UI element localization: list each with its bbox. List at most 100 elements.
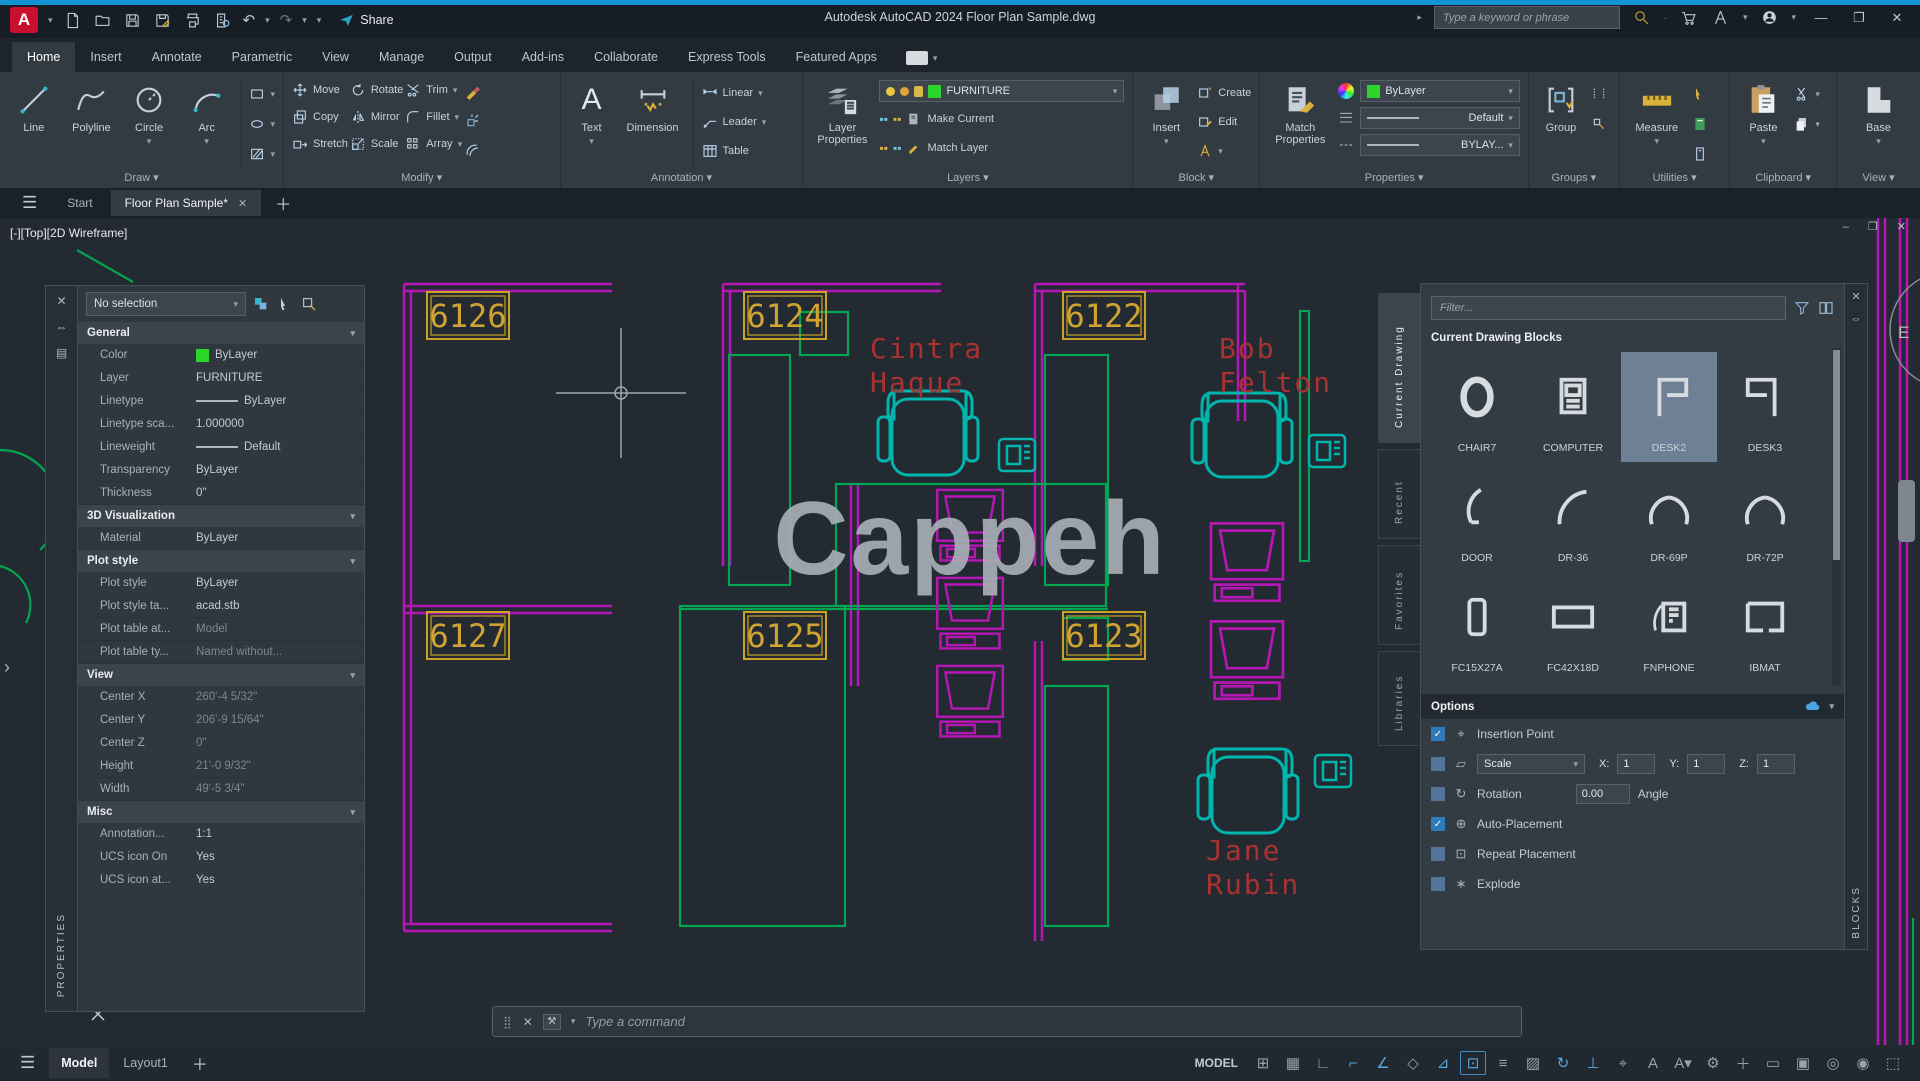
command-recent-caret-icon[interactable]: ▾ <box>571 1016 576 1027</box>
mirror-tool[interactable]: Mirror <box>350 105 403 129</box>
prop-row-material[interactable]: Material ByLayer <box>78 527 364 550</box>
selection-cycling-icon[interactable]: ↻ <box>1550 1051 1576 1075</box>
blocks-tab-recent[interactable]: Recent <box>1378 449 1420 539</box>
rotation-angle-input[interactable] <box>1576 784 1630 804</box>
create-block-button[interactable]: Create <box>1197 81 1251 105</box>
prop-row-layer[interactable]: Layer FURNITURE <box>78 367 364 390</box>
object-snap-icon[interactable]: ⊡ <box>1460 1051 1486 1075</box>
tab-home[interactable]: Home <box>12 42 75 72</box>
tab-view[interactable]: View <box>307 42 364 72</box>
isolate-objects-icon[interactable]: ◎ <box>1820 1051 1846 1075</box>
edit-attributes-button[interactable]: ▾ <box>1197 139 1251 163</box>
tab-featured-apps[interactable]: Featured Apps <box>781 42 892 72</box>
file-tabs-menu-icon[interactable]: ☰ <box>10 193 49 213</box>
layout-menu-icon[interactable]: ☰ <box>8 1053 47 1073</box>
prop-row-height[interactable]: Height 21'-0 9/32" <box>78 755 364 778</box>
scale-checkbox[interactable] <box>1431 757 1445 771</box>
steering-wheel-tool[interactable] <box>1898 480 1915 542</box>
annotation-monitor-icon[interactable]: ＋ <box>1730 1051 1756 1075</box>
filter-funnel-icon[interactable] <box>1794 300 1810 316</box>
options-collapse-caret-icon[interactable]: ▾ <box>1829 701 1834 712</box>
move-tool[interactable]: Move <box>292 78 348 102</box>
viewport-controls[interactable]: [-][Top][2D Wireframe] <box>10 226 127 240</box>
prop-row-linetype-scale[interactable]: Linetype sca... 1.000000 <box>78 413 364 436</box>
group-edit-icon[interactable] <box>1591 112 1607 136</box>
option-scale[interactable]: ▱ Scale▾ X: Y: Z: <box>1421 749 1844 779</box>
linetype-dropdown[interactable]: BYLAY... ▾ <box>1360 134 1520 156</box>
snap-mode-icon[interactable]: ▦ <box>1280 1051 1306 1075</box>
options-section-header[interactable]: Options ▾ <box>1421 694 1844 719</box>
base-view-button[interactable]: Base ▾ <box>1853 78 1905 147</box>
close-tab-icon[interactable]: ✕ <box>238 197 247 210</box>
prop-row-center-x[interactable]: Center X 260'-4 5/32" <box>78 686 364 709</box>
repeat-placement-checkbox[interactable] <box>1431 847 1445 861</box>
explode-checkbox[interactable] <box>1431 877 1445 891</box>
tab-start[interactable]: Start <box>53 190 106 216</box>
match-properties-button[interactable]: Match Properties <box>1268 78 1332 146</box>
paste-button[interactable]: Paste ▾ <box>1738 78 1788 147</box>
prop-row-width[interactable]: Width 49'-5 3/4" <box>78 778 364 801</box>
lineweight-display-icon[interactable]: ≡ <box>1490 1051 1516 1075</box>
array-tool[interactable]: Array▾ <box>405 132 462 156</box>
section-plot-style[interactable]: Plot style▾ <box>78 550 364 572</box>
scale-x-input[interactable] <box>1617 754 1655 774</box>
arc-tool[interactable]: Arc ▾ <box>181 78 233 147</box>
option-auto-placement[interactable]: ✓ ⊕ Auto-Placement <box>1421 809 1844 839</box>
block-tile-door[interactable]: DOOR <box>1429 462 1525 572</box>
explode-tool[interactable] <box>464 109 480 133</box>
dimension-tool[interactable]: Dimension <box>621 78 685 134</box>
autoscale-icon[interactable]: A▾ <box>1670 1051 1696 1075</box>
prop-row-linetype[interactable]: Linetype ByLayer <box>78 390 364 413</box>
tab-addins[interactable]: Add-ins <box>507 42 579 72</box>
tab-insert[interactable]: Insert <box>75 42 136 72</box>
insert-block-button[interactable]: Insert ▾ <box>1141 78 1191 147</box>
infer-constraints-icon[interactable]: ∟ <box>1310 1051 1336 1075</box>
circle-flyout-caret-icon[interactable]: ▾ <box>147 136 152 147</box>
search-collapse-caret-icon[interactable]: ▸ <box>1417 12 1422 23</box>
prop-row-thickness[interactable]: Thickness 0" <box>78 482 364 505</box>
text-tool[interactable]: A Text ▾ <box>569 78 615 147</box>
tab-annotate[interactable]: Annotate <box>137 42 217 72</box>
workspace-gear-icon[interactable]: ⚙ <box>1700 1051 1726 1075</box>
auto-placement-checkbox[interactable]: ✓ <box>1431 817 1445 831</box>
prop-row-ucs-icon-at-origin[interactable]: UCS icon at... Yes <box>78 869 364 892</box>
palette-close-icon[interactable]: ✕ <box>56 294 66 308</box>
help-search-input[interactable] <box>1434 6 1620 29</box>
prop-row-plot-table-attached[interactable]: Plot table at... Model <box>78 618 364 641</box>
user-avatar[interactable] <box>1759 8 1779 28</box>
block-tile-fc42x18d[interactable]: FC42X18D <box>1525 572 1621 682</box>
block-tile-dr69p[interactable]: DR-69P <box>1621 462 1717 572</box>
command-customize-icon[interactable]: ⚒ <box>543 1014 561 1030</box>
prop-row-color[interactable]: Color ByLayer <box>78 344 364 367</box>
dynamic-ucs-icon[interactable]: ⊥ <box>1580 1051 1606 1075</box>
object-snap-tracking-icon[interactable]: ⊿ <box>1430 1051 1456 1075</box>
option-explode[interactable]: ∗ Explode <box>1421 869 1844 899</box>
panel-label-groups[interactable]: Groups ▾ <box>1529 170 1619 188</box>
scale-dropdown[interactable]: Scale▾ <box>1477 754 1585 774</box>
blocks-tab-libraries[interactable]: Libraries <box>1378 651 1420 746</box>
command-close-icon[interactable]: ✕ <box>523 1015 533 1029</box>
linear-dimension-tool[interactable]: Linear▾ <box>702 81 767 105</box>
command-input[interactable] <box>585 1014 1511 1029</box>
transparency-icon[interactable]: ▨ <box>1520 1051 1546 1075</box>
panel-label-properties[interactable]: Properties ▾ <box>1260 170 1528 188</box>
blocks-tab-current-drawing[interactable]: Current Drawing <box>1378 293 1420 443</box>
blocks-close-icon[interactable]: ✕ <box>1851 290 1860 303</box>
sign-in-caret-icon[interactable]: ▾ <box>1743 12 1748 23</box>
line-tool[interactable]: Line <box>8 78 60 134</box>
quick-properties-icon[interactable]: ▣ <box>1790 1051 1816 1075</box>
blocks-filter-input[interactable] <box>1431 296 1786 320</box>
minimize-button[interactable]: — <box>1808 10 1834 25</box>
stretch-tool[interactable]: Stretch <box>292 132 348 156</box>
group-button[interactable]: Group <box>1537 78 1585 134</box>
block-tile-dr36[interactable]: DR-36 <box>1525 462 1621 572</box>
object-color-dropdown[interactable]: ByLayer ▾ <box>1360 80 1520 102</box>
edit-block-button[interactable]: Edit <box>1197 110 1251 134</box>
cart-icon[interactable] <box>1679 8 1699 28</box>
polyline-tool[interactable]: Polyline <box>66 78 118 134</box>
panel-label-draw[interactable]: Draw ▾ <box>0 170 283 188</box>
id-point-icon[interactable] <box>1692 142 1708 166</box>
scale-z-input[interactable] <box>1757 754 1795 774</box>
scale-y-input[interactable] <box>1687 754 1725 774</box>
new-drawing-tab-button[interactable]: ＋ <box>265 191 301 215</box>
